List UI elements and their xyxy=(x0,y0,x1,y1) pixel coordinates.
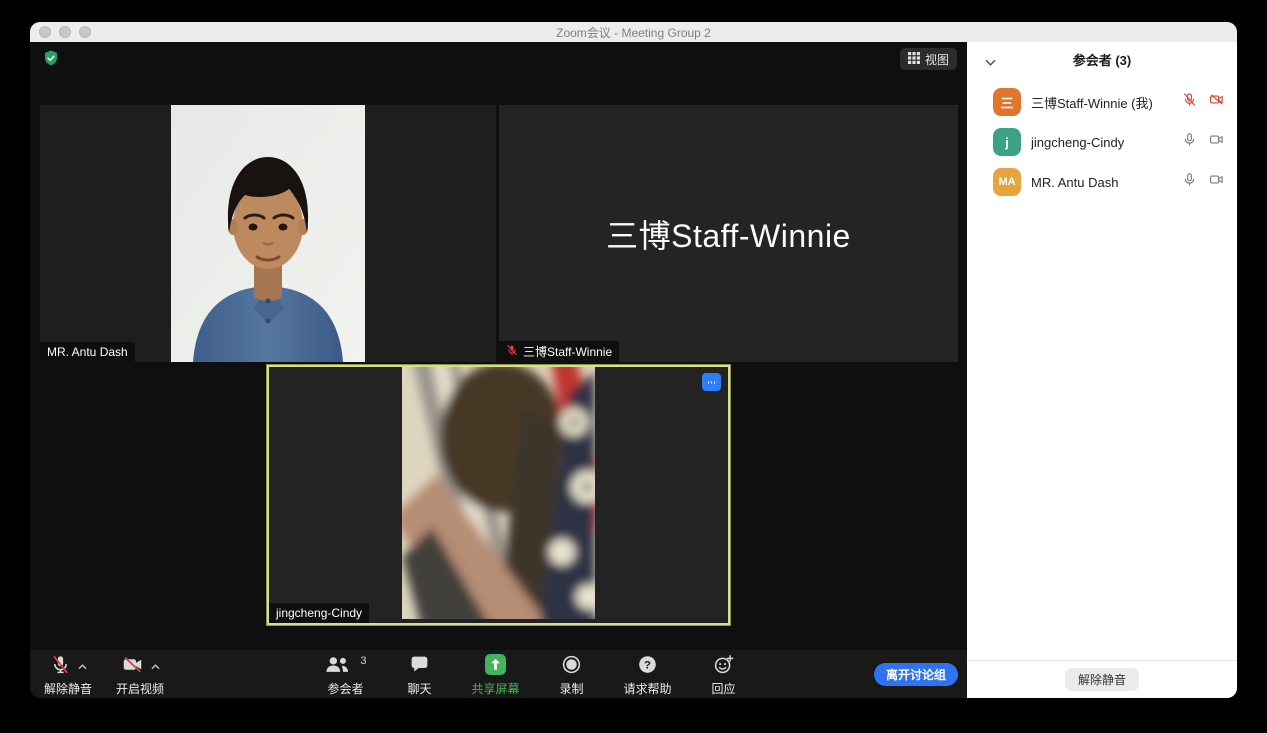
participant-video-frame xyxy=(402,367,595,619)
avatar: 三 xyxy=(993,88,1021,116)
titlebar: Zoom会议 - Meeting Group 2 xyxy=(30,22,1237,42)
meeting-toolbar: 解除静音 xyxy=(30,650,967,698)
chat-icon xyxy=(409,654,430,680)
tile-more-options-button[interactable] xyxy=(702,373,721,391)
unmute-button[interactable]: 解除静音 xyxy=(44,655,92,697)
avatar: j xyxy=(993,128,1021,156)
help-icon: ? xyxy=(637,654,658,680)
participants-list: 三 三博Staff-Winnie (我) xyxy=(967,76,1237,660)
mic-icon xyxy=(1182,132,1197,152)
share-screen-label: 共享屏幕 xyxy=(471,680,519,697)
avatar: MA xyxy=(993,168,1021,196)
record-button[interactable]: 录制 xyxy=(550,655,594,697)
chat-button[interactable]: 聊天 xyxy=(397,655,441,697)
video-tile-antu-dash[interactable]: MR. Antu Dash xyxy=(40,105,496,362)
tile-name-label: 三博Staff-Winnie xyxy=(499,341,619,362)
grid-icon xyxy=(908,52,920,67)
participant-name: MR. Antu Dash xyxy=(1031,175,1182,190)
tile-name-text: jingcheng-Cindy xyxy=(276,606,362,620)
minimize-window-button[interactable] xyxy=(59,26,71,38)
tile-name-label: MR. Antu Dash xyxy=(40,342,135,362)
video-options-chevron[interactable] xyxy=(151,664,160,670)
reactions-smiley-icon xyxy=(713,654,734,680)
zoom-window: Zoom会议 - Meeting Group 2 xyxy=(30,22,1237,698)
record-label: 录制 xyxy=(559,680,583,697)
participants-icon xyxy=(324,654,350,681)
chat-label: 聊天 xyxy=(407,680,431,697)
tile-name-text: 三博Staff-Winnie xyxy=(523,345,612,359)
panel-unmute-button[interactable]: 解除静音 xyxy=(1065,668,1139,691)
panel-collapse-chevron-icon[interactable] xyxy=(985,53,996,71)
mic-icon xyxy=(1182,172,1197,192)
view-button-label: 视图 xyxy=(925,51,949,68)
participant-video-frame xyxy=(171,105,365,362)
security-shield-icon[interactable] xyxy=(42,49,60,67)
video-pillarbox-right xyxy=(595,367,728,623)
traffic-lights xyxy=(39,26,91,38)
share-screen-button[interactable]: 共享屏幕 xyxy=(471,655,519,697)
view-button[interactable]: 视图 xyxy=(900,48,957,70)
tile-name-label: jingcheng-Cindy xyxy=(269,603,369,623)
video-tile-winnie[interactable]: 三博Staff-Winnie 三博Staff-Winnie xyxy=(499,105,958,362)
video-tile-cindy-active[interactable]: jingcheng-Cindy xyxy=(267,365,730,625)
ask-for-help-label: 请求帮助 xyxy=(624,680,672,697)
start-video-label: 开启视频 xyxy=(116,680,164,697)
tile-display-name: 三博Staff-Winnie xyxy=(499,105,958,362)
participants-panel: 参会者 (3) 三 三博Staff-Winnie (我) xyxy=(967,42,1237,698)
participants-count: 3 xyxy=(360,655,366,667)
tile-name-text: MR. Antu Dash xyxy=(47,345,128,359)
mic-off-icon xyxy=(50,654,71,680)
participant-name: jingcheng-Cindy xyxy=(1031,135,1182,150)
participants-button[interactable]: 3 参会者 xyxy=(323,655,367,697)
share-screen-icon xyxy=(485,654,506,680)
participants-panel-footer: 解除静音 xyxy=(967,660,1237,698)
close-window-button[interactable] xyxy=(39,26,51,38)
reactions-button[interactable]: 回应 xyxy=(702,655,746,697)
mic-muted-icon xyxy=(1182,92,1197,112)
video-pillarbox-left xyxy=(269,367,402,623)
participants-panel-title: 参会者 (3) xyxy=(1073,50,1132,69)
participant-name: 三博Staff-Winnie (我) xyxy=(1031,93,1182,112)
ask-for-help-button[interactable]: ? 请求帮助 xyxy=(624,655,672,697)
start-video-button[interactable]: 开启视频 xyxy=(116,655,164,697)
zoom-window-button[interactable] xyxy=(79,26,91,38)
camera-off-icon xyxy=(1208,92,1225,112)
meeting-area: 视图 xyxy=(30,42,967,698)
participant-row[interactable]: 三 三博Staff-Winnie (我) xyxy=(967,82,1237,122)
camera-off-icon xyxy=(121,654,144,680)
svg-text:?: ? xyxy=(644,659,651,671)
camera-icon xyxy=(1208,172,1225,192)
participant-row[interactable]: j jingcheng-Cindy xyxy=(967,122,1237,162)
camera-icon xyxy=(1208,132,1225,152)
audio-options-chevron[interactable] xyxy=(78,664,87,670)
desktop: { "window": { "title": "Zoom会议 - Meeting… xyxy=(0,0,1267,733)
participant-row[interactable]: MA MR. Antu Dash xyxy=(967,162,1237,202)
mic-off-icon xyxy=(506,344,518,359)
unmute-label: 解除静音 xyxy=(44,680,92,697)
record-icon xyxy=(561,654,582,680)
leave-breakout-button[interactable]: 离开讨论组 xyxy=(874,663,958,686)
window-title: Zoom会议 - Meeting Group 2 xyxy=(30,24,1237,41)
participants-label: 参会者 xyxy=(327,680,363,697)
reactions-label: 回应 xyxy=(712,680,736,697)
participants-panel-header: 参会者 (3) xyxy=(967,42,1237,76)
